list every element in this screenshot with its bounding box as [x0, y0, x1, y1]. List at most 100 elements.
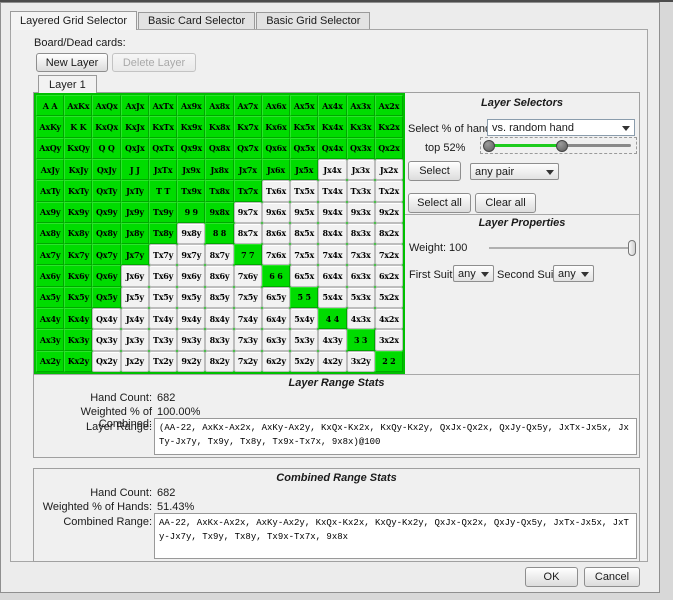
hand-cell-9x7x[interactable]: 9x7x — [234, 202, 262, 223]
hand-cell-7x5y[interactable]: 7x5y — [234, 287, 262, 308]
hand-cell-KK[interactable]: K K — [64, 116, 92, 137]
hand-cell-KxQx[interactable]: KxQx — [92, 116, 120, 137]
hand-cell-JxTx[interactable]: JxTx — [149, 159, 177, 180]
hand-cell-AxTx[interactable]: AxTx — [149, 95, 177, 116]
select-all-button[interactable]: Select all — [408, 193, 471, 213]
hand-cell-Tx8y[interactable]: Tx8y — [149, 223, 177, 244]
pattern-dropdown[interactable]: any pair — [470, 163, 559, 180]
hand-cell-Qx6x[interactable]: Qx6x — [262, 138, 290, 159]
hand-cell-Ax2x[interactable]: Ax2x — [375, 95, 403, 116]
hand-cell-8x3y[interactable]: 8x3y — [205, 329, 233, 350]
layer-range-textarea[interactable]: (AA-22, AxKx-Ax2x, AxKy-Ax2y, KxQx-Kx2x,… — [154, 418, 637, 455]
hand-cell-5x2x[interactable]: 5x2x — [375, 287, 403, 308]
hand-cell-6x2y[interactable]: 6x2y — [262, 351, 290, 372]
hand-cell-JxTy[interactable]: JxTy — [121, 180, 149, 201]
hand-cell-AxKy[interactable]: AxKy — [36, 116, 64, 137]
hand-cell-QxJx[interactable]: QxJx — [121, 138, 149, 159]
hand-cell-9x3x[interactable]: 9x3x — [347, 202, 375, 223]
hand-cell-AxTy[interactable]: AxTy — [36, 180, 64, 201]
hand-cell-Tx2y[interactable]: Tx2y — [149, 351, 177, 372]
hand-cell-Jx5y[interactable]: Jx5y — [121, 287, 149, 308]
combined-range-textarea[interactable]: AA-22, AxKx-Ax2x, AxKy-Ax2y, KxQx-Kx2x, … — [154, 513, 637, 559]
hand-cell-3x2x[interactable]: 3x2x — [375, 329, 403, 350]
hand-cell-Jx7y[interactable]: Jx7y — [121, 244, 149, 265]
hand-cell-6x5y[interactable]: 6x5y — [262, 287, 290, 308]
hand-cell-Tx4y[interactable]: Tx4y — [149, 308, 177, 329]
hand-cell-Tx9y[interactable]: Tx9y — [149, 202, 177, 223]
hand-cell-AA[interactable]: A A — [36, 95, 64, 116]
hand-cell-Qx8y[interactable]: Qx8y — [92, 223, 120, 244]
hand-cell-Qx9y[interactable]: Qx9y — [92, 202, 120, 223]
hand-cell-Qx7x[interactable]: Qx7x — [234, 138, 262, 159]
second-suit-dropdown[interactable]: any — [553, 265, 594, 282]
hand-cell-Jx8x[interactable]: Jx8x — [205, 159, 233, 180]
hand-cell-Ax4y[interactable]: Ax4y — [36, 308, 64, 329]
hand-cell-Qx8x[interactable]: Qx8x — [205, 138, 233, 159]
hand-cell-QxTx[interactable]: QxTx — [149, 138, 177, 159]
hand-cell-6x3y[interactable]: 6x3y — [262, 329, 290, 350]
hand-cell-QxJy[interactable]: QxJy — [92, 159, 120, 180]
hand-cell-Kx2x[interactable]: Kx2x — [375, 116, 403, 137]
hand-cell-Kx3x[interactable]: Kx3x — [347, 116, 375, 137]
hand-cell-99[interactable]: 9 9 — [177, 202, 205, 223]
hand-cell-Ax8x[interactable]: Ax8x — [205, 95, 233, 116]
hand-cell-Kx6x[interactable]: Kx6x — [262, 116, 290, 137]
tab-basic-card-selector[interactable]: Basic Card Selector — [138, 12, 255, 29]
hand-cell-KxTy[interactable]: KxTy — [64, 180, 92, 201]
hand-cell-Kx9x[interactable]: Kx9x — [177, 116, 205, 137]
hand-cell-Ax7x[interactable]: Ax7x — [234, 95, 262, 116]
hand-cell-Qx3y[interactable]: Qx3y — [92, 329, 120, 350]
hand-cell-Tx6x[interactable]: Tx6x — [262, 180, 290, 201]
hand-cell-8x5x[interactable]: 8x5x — [290, 223, 318, 244]
hand-cell-6x4y[interactable]: 6x4y — [262, 308, 290, 329]
hand-cell-AxQx[interactable]: AxQx — [92, 95, 120, 116]
hand-cell-Tx5x[interactable]: Tx5x — [290, 180, 318, 201]
hand-cell-7x4x[interactable]: 7x4x — [318, 244, 346, 265]
hand-cell-Tx7x[interactable]: Tx7x — [234, 180, 262, 201]
hand-cell-77[interactable]: 7 7 — [234, 244, 262, 265]
hand-cell-9x5y[interactable]: 9x5y — [177, 287, 205, 308]
hand-cell-Qx9x[interactable]: Qx9x — [177, 138, 205, 159]
hand-cell-6x5x[interactable]: 6x5x — [290, 265, 318, 286]
hand-cell-Kx6y[interactable]: Kx6y — [64, 265, 92, 286]
hand-cell-7x3x[interactable]: 7x3x — [347, 244, 375, 265]
tab-layered-grid-selector[interactable]: Layered Grid Selector — [10, 11, 137, 30]
hand-cell-3x2y[interactable]: 3x2y — [347, 351, 375, 372]
hand-cell-6x3x[interactable]: 6x3x — [347, 265, 375, 286]
hand-cell-9x4y[interactable]: 9x4y — [177, 308, 205, 329]
hand-cell-7x2x[interactable]: 7x2x — [375, 244, 403, 265]
hand-cell-33[interactable]: 3 3 — [347, 329, 375, 350]
hand-cell-8x6x[interactable]: 8x6x — [262, 223, 290, 244]
hand-cell-4x2x[interactable]: 4x2x — [375, 308, 403, 329]
hand-cell-8x3x[interactable]: 8x3x — [347, 223, 375, 244]
hand-cell-Qx2y[interactable]: Qx2y — [92, 351, 120, 372]
tab-basic-grid-selector[interactable]: Basic Grid Selector — [256, 12, 370, 29]
hand-cell-Jx3x[interactable]: Jx3x — [347, 159, 375, 180]
hand-cell-Jx6y[interactable]: Jx6y — [121, 265, 149, 286]
cancel-button[interactable]: Cancel — [584, 567, 640, 587]
hand-cell-KxQy[interactable]: KxQy — [64, 138, 92, 159]
clear-all-button[interactable]: Clear all — [475, 193, 536, 213]
hand-cell-Ax5y[interactable]: Ax5y — [36, 287, 64, 308]
hand-cell-Qx6y[interactable]: Qx6y — [92, 265, 120, 286]
hand-cell-5x4x[interactable]: 5x4x — [318, 287, 346, 308]
hand-cell-Qx7y[interactable]: Qx7y — [92, 244, 120, 265]
hand-cell-Qx5x[interactable]: Qx5x — [290, 138, 318, 159]
hand-cell-Jx2x[interactable]: Jx2x — [375, 159, 403, 180]
hand-cell-6x4x[interactable]: 6x4x — [318, 265, 346, 286]
hand-cell-Jx7x[interactable]: Jx7x — [234, 159, 262, 180]
hand-cell-TT[interactable]: T T — [149, 180, 177, 201]
select-button[interactable]: Select — [408, 161, 461, 181]
hand-cell-66[interactable]: 6 6 — [262, 265, 290, 286]
hand-cell-Kx7y[interactable]: Kx7y — [64, 244, 92, 265]
hand-cell-9x8x[interactable]: 9x8x — [205, 202, 233, 223]
first-suit-dropdown[interactable]: any — [453, 265, 494, 282]
hand-cell-Jx2y[interactable]: Jx2y — [121, 351, 149, 372]
hand-cell-Jx9x[interactable]: Jx9x — [177, 159, 205, 180]
hand-cell-9x5x[interactable]: 9x5x — [290, 202, 318, 223]
hand-cell-9x2x[interactable]: 9x2x — [375, 202, 403, 223]
hand-cell-22[interactable]: 2 2 — [375, 351, 403, 372]
hand-cell-8x4y[interactable]: 8x4y — [205, 308, 233, 329]
hand-cell-QxTy[interactable]: QxTy — [92, 180, 120, 201]
hand-cell-8x6y[interactable]: 8x6y — [205, 265, 233, 286]
